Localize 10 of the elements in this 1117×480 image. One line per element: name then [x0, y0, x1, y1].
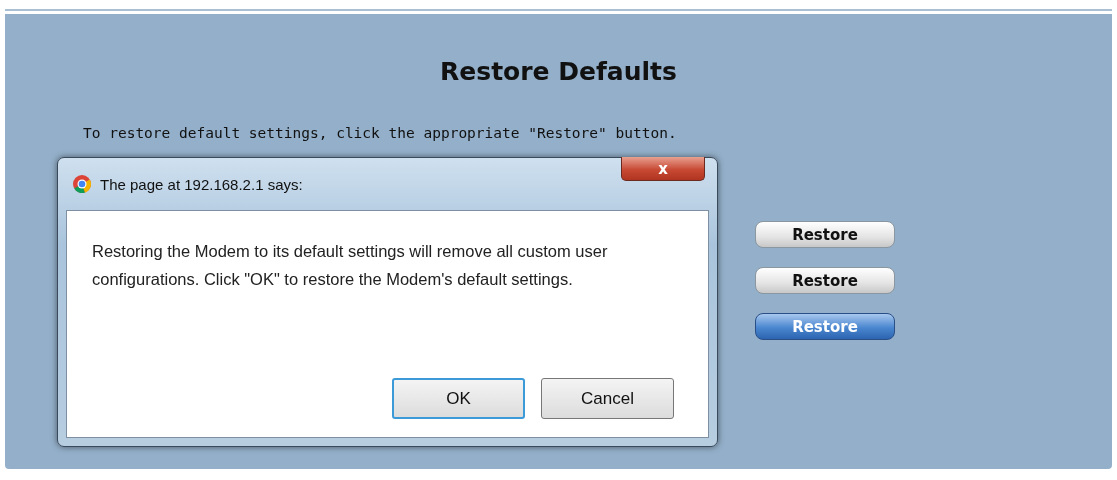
cancel-button[interactable]: Cancel	[541, 378, 674, 419]
restore-button[interactable]: Restore	[755, 267, 895, 294]
close-button[interactable]: x	[621, 157, 705, 181]
restore-button[interactable]: Restore	[755, 221, 895, 248]
browser-logo-icon	[72, 174, 92, 194]
dialog-title: The page at 192.168.2.1 says:	[100, 175, 303, 193]
instruction-text: To restore default settings, click the appropriate "Restore" button.	[83, 125, 678, 141]
ok-button[interactable]: OK	[392, 378, 525, 419]
page-title: Restore Defaults	[439, 57, 678, 86]
dialog-message: Restoring the Modem to its default settings will remove all custom user configurations. Click "OK" to restore the Modem's default settings.	[92, 241, 609, 290]
